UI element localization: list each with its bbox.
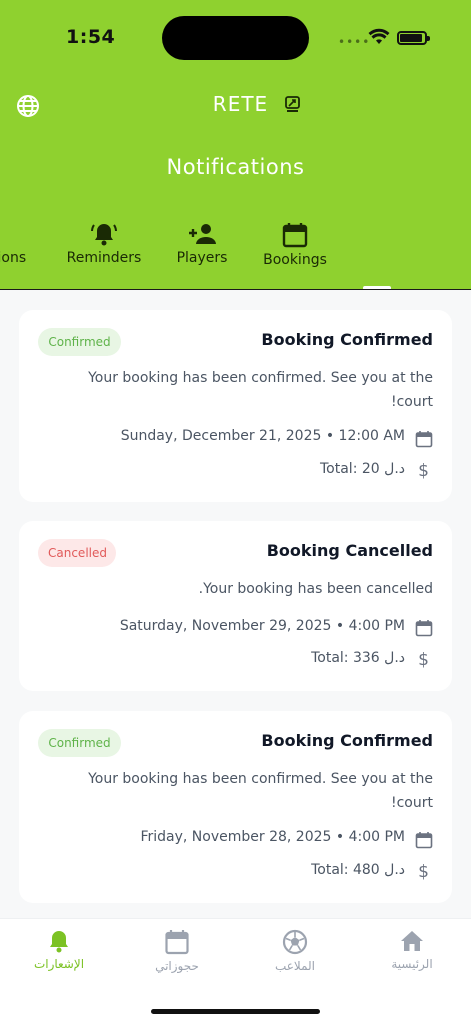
notification-card[interactable]: Confirmed Booking Confirmed Your booking… [19,310,452,502]
app-title: RETE [212,92,269,116]
nav-home[interactable]: الرئيسية [362,929,462,971]
status-badge: Cancelled [38,539,116,567]
bell-ring-icon [91,224,117,246]
notification-title: Booking Confirmed [261,330,433,349]
status-badge: Confirmed [38,328,121,356]
nav-label: حجوزاتي [155,959,199,973]
tab-notifications[interactable]: tions [0,222,26,266]
app-header: 1:54 •••• RETE Notifications tions Remin… [0,0,471,290]
notification-message: Your booking has been cancelled. [198,581,433,597]
app-logo-icon [285,96,300,112]
nav-courts[interactable]: الملاعب [245,929,345,973]
booking-total: Total: 336 د.ل [311,650,405,666]
status-badge: Confirmed [38,729,121,757]
dollar-icon: $ [418,650,429,670]
notification-card[interactable]: Cancelled Booking Cancelled Your booking… [19,521,452,691]
tab-bookings[interactable]: Bookings [261,222,329,268]
person-add-icon [189,224,216,244]
home-indicator [151,1009,320,1014]
status-time: 1:54 [66,26,116,48]
tab-label: Players [176,250,228,266]
booking-total: Total: 480 د.ل [311,862,405,878]
tab-label: tions [0,250,27,266]
tab-players[interactable]: Players [172,222,232,266]
booking-date: Sunday, December 21, 2025 • 12:00 AM [120,428,405,444]
battery-icon [397,31,430,45]
nav-bookings[interactable]: حجوزاتي [127,929,227,973]
nav-label: الرئيسية [391,957,433,971]
home-icon [401,931,423,951]
tab-reminders[interactable]: Reminders [64,222,144,266]
notification-title: Booking Cancelled [266,541,433,560]
wifi-icon [368,28,390,44]
notification-message: Your booking has been confirmed. See you… [88,370,433,410]
tab-label: Reminders [66,250,142,266]
notification-message: Your booking has been confirmed. See you… [88,771,433,811]
notification-card[interactable]: Confirmed Booking Confirmed Your booking… [19,711,452,903]
divider [0,289,471,290]
nav-notifications[interactable]: الإشعارات [9,929,109,971]
nav-label: الملاعب [274,959,316,973]
booking-total: Total: 20 د.ل [320,461,405,477]
dynamic-island [162,16,309,60]
dollar-icon: $ [418,461,429,481]
calendar-icon [415,431,433,448]
bell-icon [50,931,68,953]
calendar-icon [165,930,189,955]
booking-date: Saturday, November 29, 2025 • 4:00 PM [119,618,405,634]
page-title: Notifications [166,155,305,179]
notification-title: Booking Confirmed [261,731,433,750]
nav-label: الإشعارات [33,957,85,971]
calendar-icon [415,620,433,637]
notifications-icon [0,222,6,246]
dollar-icon: $ [418,862,429,882]
booking-date: Friday, November 28, 2025 • 4:00 PM [140,829,405,845]
soccer-ball-icon [282,929,308,955]
tab-label: Bookings [263,252,327,268]
calendar-icon [415,832,433,849]
signal-icon: •••• [338,35,371,49]
calendar-icon [282,223,308,248]
